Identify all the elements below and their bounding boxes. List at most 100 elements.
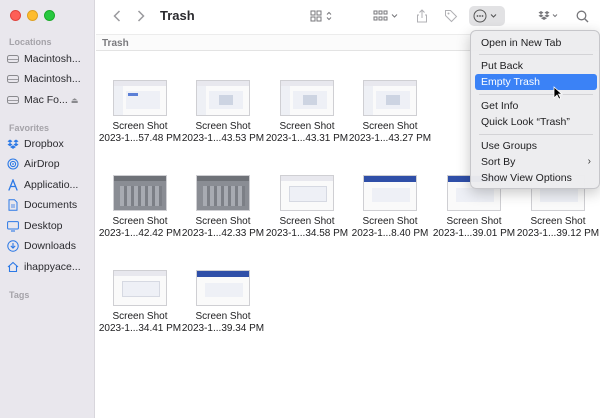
- file-item[interactable]: Screen Shot 2023-1...43.27 PM: [348, 80, 432, 145]
- sidebar: Locations Macintosh... Macintosh... Mac …: [0, 0, 95, 418]
- sidebar-item-home[interactable]: ihappyace...: [7, 258, 93, 276]
- sidebar-item-label: AirDrop: [24, 158, 60, 170]
- path-label: Trash: [102, 38, 129, 49]
- more-options-icon: [473, 9, 497, 23]
- tag-button[interactable]: [443, 7, 459, 25]
- tags-heading: Tags: [9, 290, 30, 300]
- minimize-button[interactable]: [27, 10, 38, 21]
- sidebar-item-documents[interactable]: Documents: [7, 196, 93, 214]
- sidebar-item-label: Desktop: [24, 220, 63, 232]
- file-item[interactable]: Screen Shot 2023-1...42.42 PM: [98, 175, 182, 240]
- group-button[interactable]: [372, 7, 402, 25]
- grid-view-icon: [310, 10, 332, 22]
- sidebar-item-macintosh-1[interactable]: Macintosh...: [7, 50, 93, 68]
- drive-icon: [7, 94, 19, 106]
- file-name: Screen Shot 2023-1...34.58 PM: [265, 216, 349, 239]
- menu-item-put-back[interactable]: Put Back: [475, 58, 597, 74]
- menu-item-sort-by[interactable]: Sort By ›: [475, 154, 597, 170]
- menu-item-use-groups[interactable]: Use Groups: [475, 138, 597, 154]
- chevron-right-icon: [137, 10, 145, 22]
- menu-item-quick-look[interactable]: Quick Look “Trash”: [475, 114, 597, 130]
- applications-icon: [7, 179, 19, 191]
- mouse-pointer-icon: [553, 86, 564, 103]
- tag-icon: [445, 10, 458, 23]
- dropbox-toolbar-button[interactable]: [538, 7, 560, 25]
- close-button[interactable]: [10, 10, 21, 21]
- file-item[interactable]: Screen Shot 2023-1...43.31 PM: [265, 80, 349, 145]
- menu-separator: [479, 54, 593, 55]
- file-name: Screen Shot 2023-1...39.01 PM: [432, 216, 516, 239]
- file-item[interactable]: Screen Shot 2023-1...57.48 PM: [98, 80, 182, 145]
- forward-button[interactable]: [134, 7, 148, 25]
- drive-icon: [7, 73, 19, 85]
- action-context-menu: Open in New Tab Put Back Empty Trash Get…: [470, 30, 600, 189]
- search-button[interactable]: [574, 7, 590, 25]
- dropbox-icon: [538, 11, 558, 20]
- sidebar-item-label: Mac Fo...: [24, 94, 68, 106]
- file-name: Screen Shot 2023-1...57.48 PM: [98, 121, 182, 144]
- menu-item-get-info[interactable]: Get Info: [475, 98, 597, 114]
- file-name: Screen Shot 2023-1...34.41 PM: [98, 311, 182, 334]
- file-name: Screen Shot 2023-1...8.40 PM: [351, 216, 429, 239]
- sidebar-item-label: Documents: [24, 199, 78, 211]
- sort-by-label: Sort By: [481, 156, 516, 168]
- sidebar-item-mac-fo[interactable]: Mac Fo... ⏏: [7, 91, 93, 109]
- file-item[interactable]: Screen Shot 2023-1...39.34 PM: [181, 270, 265, 335]
- back-button[interactable]: [110, 7, 124, 25]
- sidebar-item-label: Macintosh...: [24, 73, 81, 85]
- group-icon: [373, 10, 398, 21]
- chevron-left-icon: [113, 10, 121, 22]
- sidebar-item-label: Applicatio...: [24, 179, 79, 191]
- file-name: Screen Shot 2023-1...42.42 PM: [98, 216, 182, 239]
- home-icon: [7, 261, 19, 273]
- sidebar-item-applications[interactable]: Applicatio...: [7, 176, 93, 194]
- file-thumbnail: [196, 175, 250, 211]
- file-name: Screen Shot 2023-1...42.33 PM: [181, 216, 265, 239]
- file-thumbnail: [113, 175, 167, 211]
- menu-item-open-in-new-tab[interactable]: Open in New Tab: [475, 35, 597, 51]
- file-item[interactable]: Screen Shot 2023-1...43.53 PM: [181, 80, 265, 145]
- zoom-button[interactable]: [44, 10, 55, 21]
- file-item[interactable]: Screen Shot 2023-1...34.41 PM: [98, 270, 182, 335]
- eject-icon[interactable]: ⏏: [71, 96, 79, 105]
- locations-heading: Locations: [9, 37, 52, 47]
- menu-item-show-view-options[interactable]: Show View Options: [475, 170, 597, 186]
- sidebar-item-macintosh-2[interactable]: Macintosh...: [7, 70, 93, 88]
- finder-window: Locations Macintosh... Macintosh... Mac …: [0, 0, 600, 418]
- file-thumbnail: [113, 80, 167, 116]
- sidebar-item-airdrop[interactable]: AirDrop: [7, 155, 93, 173]
- download-icon: [7, 240, 19, 252]
- file-item[interactable]: Screen Shot 2023-1...8.40 PM: [348, 175, 432, 240]
- menu-separator: [479, 134, 593, 135]
- file-item[interactable]: Screen Shot 2023-1...34.58 PM: [265, 175, 349, 240]
- file-name: Screen Shot 2023-1...43.27 PM: [348, 121, 432, 144]
- action-menu-button[interactable]: [469, 6, 505, 26]
- share-button[interactable]: [414, 7, 430, 25]
- sidebar-item-downloads[interactable]: Downloads: [7, 237, 93, 255]
- favorites-heading: Favorites: [9, 123, 50, 133]
- file-thumbnail: [363, 175, 417, 211]
- file-name: Screen Shot 2023-1...43.53 PM: [181, 121, 265, 144]
- file-name: Screen Shot 2023-1...43.31 PM: [265, 121, 349, 144]
- sidebar-item-label: ihappyace...: [24, 261, 81, 273]
- drive-icon: [7, 53, 19, 65]
- file-thumbnail: [280, 80, 334, 116]
- airdrop-icon: [7, 158, 19, 170]
- search-icon: [576, 10, 588, 22]
- sidebar-item-label: Dropbox: [24, 138, 64, 150]
- desktop-icon: [7, 220, 19, 232]
- view-toggle-button[interactable]: [308, 7, 336, 25]
- file-thumbnail: [196, 270, 250, 306]
- sidebar-item-desktop[interactable]: Desktop: [7, 217, 93, 235]
- window-title: Trash: [160, 8, 195, 23]
- sidebar-item-dropbox[interactable]: Dropbox: [7, 135, 93, 153]
- toolbar: Trash: [96, 0, 600, 32]
- chevron-right-icon: ›: [587, 156, 591, 167]
- menu-separator: [479, 94, 593, 95]
- dropbox-icon: [7, 138, 19, 150]
- file-name: Screen Shot 2023-1...39.12 PM: [516, 216, 600, 239]
- menu-item-empty-trash[interactable]: Empty Trash: [475, 74, 597, 90]
- file-thumbnail: [113, 270, 167, 306]
- sidebar-item-label: Downloads: [24, 240, 76, 252]
- file-item[interactable]: Screen Shot 2023-1...42.33 PM: [181, 175, 265, 240]
